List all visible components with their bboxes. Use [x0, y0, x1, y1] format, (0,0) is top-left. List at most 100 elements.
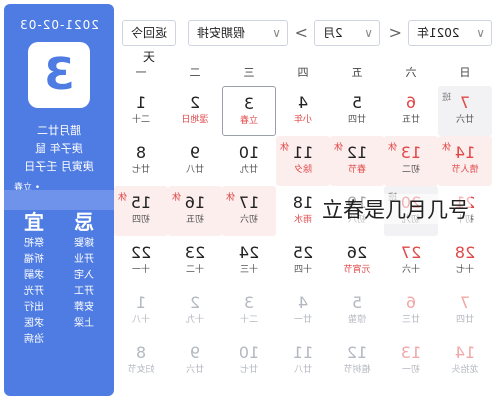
- day-cell[interactable]: 12 植树节: [330, 336, 384, 386]
- lunar-day-label: 十九: [186, 315, 205, 325]
- day-cell[interactable]: 10 廿九: [222, 136, 276, 186]
- day-cell[interactable]: 27 十六: [384, 236, 438, 286]
- next-month-button[interactable]: >: [295, 20, 308, 46]
- day-cell[interactable]: 14 情人节休: [438, 136, 492, 186]
- day-cell[interactable]: 4 小年: [276, 86, 330, 136]
- day-cell[interactable]: 15 初四休: [114, 186, 168, 236]
- day-cell[interactable]: 17 初六休: [222, 186, 276, 236]
- lunar-day-label: 惊蛰: [348, 315, 367, 325]
- yi-item: 求医: [24, 318, 44, 329]
- day-number: 28: [454, 243, 476, 262]
- day-number: 5: [351, 293, 363, 312]
- holiday-badge: 休: [226, 193, 236, 203]
- day-cell[interactable]: 11 廿八: [276, 336, 330, 386]
- lunar-day-label: 廿七: [132, 165, 151, 175]
- lunar-day-label: 廿五: [402, 115, 421, 125]
- yi-item: 祭祀: [24, 238, 44, 249]
- prev-month-button[interactable]: <: [389, 20, 402, 46]
- lunar-day-label: 廿三: [402, 315, 421, 325]
- weekday-label: 五: [351, 66, 363, 79]
- day-number: 10: [238, 143, 260, 162]
- day-cell[interactable]: 13 初二休: [384, 136, 438, 186]
- back-to-today-button[interactable]: 返回今天: [122, 20, 176, 64]
- lunar-day-label: 廿四: [456, 315, 475, 325]
- day-cell[interactable]: 14 龙抬头: [438, 336, 492, 386]
- day-cell[interactable]: 3 立春: [222, 86, 276, 136]
- year-value: 2021年: [417, 26, 460, 40]
- lunar-day-label: 植树节: [343, 365, 371, 375]
- holiday-badge: 休: [334, 143, 344, 153]
- calendar-toolbar: ∨ 2021年 < ∨ 2月 > ∨ 假期安排 返回今天: [114, 0, 498, 64]
- day-cell[interactable]: 4 廿一: [276, 286, 330, 336]
- day-cell[interactable]: 6 廿五: [384, 86, 438, 136]
- day-number: 1: [135, 293, 147, 312]
- day-cell[interactable]: 13 初一: [384, 336, 438, 386]
- lunar-day-label: 十三: [240, 265, 259, 275]
- lunar-day-label: 十二: [186, 265, 205, 275]
- ji-item: 嫁娶: [74, 238, 94, 249]
- lunar-day-label: 二十: [240, 315, 259, 325]
- panel-date: 2021-02-03: [19, 18, 99, 32]
- day-cell[interactable]: 5 惊蛰: [330, 286, 384, 336]
- day-number: 7: [459, 293, 471, 312]
- lunar-day-label: 初一: [402, 365, 421, 375]
- day-cell[interactable]: 23 十二: [168, 236, 222, 286]
- day-cell[interactable]: 11 除夕休: [276, 136, 330, 186]
- lunar-line-2: 庚子年 鼠: [35, 142, 83, 155]
- day-number: 1: [135, 93, 147, 112]
- weekday-label: 二: [189, 66, 201, 79]
- day-number: 6: [405, 293, 417, 312]
- year-select[interactable]: ∨ 2021年: [408, 20, 492, 46]
- day-cell[interactable]: 7 廿六班: [438, 86, 492, 136]
- weekday-label: 日: [459, 66, 471, 79]
- lunar-line-1: 腊月廿二: [37, 124, 81, 137]
- lunar-day-label: 十一: [132, 265, 151, 275]
- day-cell[interactable]: 2 十九: [168, 286, 222, 336]
- lunar-day-label: 十四: [294, 265, 313, 275]
- day-cell[interactable]: 26 元宵节: [330, 236, 384, 286]
- day-cell[interactable]: 12 春节休: [330, 136, 384, 186]
- holiday-select[interactable]: ∨ 假期安排: [188, 20, 288, 46]
- month-value: 2月: [323, 26, 343, 40]
- lunar-day-label: 龙抬头: [451, 365, 479, 375]
- day-cell[interactable]: 9 廿六: [168, 336, 222, 386]
- day-cell[interactable]: 2 湿地日: [168, 86, 222, 136]
- day-number: 2: [189, 293, 201, 312]
- holiday-badge: 休: [280, 143, 290, 153]
- day-cell[interactable]: 7 廿四: [438, 286, 492, 336]
- day-number: 3: [243, 94, 255, 113]
- lunar-day-label: 初四: [132, 215, 151, 225]
- day-number: 2: [189, 93, 201, 112]
- day-cell[interactable]: 8 廿七: [114, 136, 168, 186]
- lunar-day-label: 十六: [402, 265, 421, 275]
- day-cell[interactable]: 25 十四: [276, 236, 330, 286]
- weekday-label: 六: [405, 66, 417, 79]
- chevron-down-icon: ∨: [476, 26, 485, 40]
- day-cell[interactable]: 24 十三: [222, 236, 276, 286]
- day-cell[interactable]: 3 二十: [222, 286, 276, 336]
- lunar-day-label: 春节: [348, 165, 367, 175]
- lunar-day-label: 廿九: [240, 165, 259, 175]
- lunar-day-label: 二十: [132, 115, 151, 125]
- day-number: 3: [243, 293, 255, 312]
- holiday-badge: 班: [442, 93, 452, 103]
- lunar-day-label: 廿四: [348, 115, 367, 125]
- day-cell[interactable]: 1 十八: [114, 286, 168, 336]
- chevron-down-icon: ∨: [364, 26, 373, 40]
- day-cell[interactable]: 8 妇女节: [114, 336, 168, 386]
- day-cell[interactable]: 10 廿七: [222, 336, 276, 386]
- big-day-number: 3: [28, 42, 90, 108]
- day-number: 14: [454, 343, 476, 362]
- month-select[interactable]: ∨ 2月: [314, 20, 380, 46]
- day-number: 4: [297, 93, 309, 112]
- day-cell[interactable]: 22 十一: [114, 236, 168, 286]
- day-cell[interactable]: 16 初五休: [168, 186, 222, 236]
- day-cell[interactable]: 6 廿三: [384, 286, 438, 336]
- day-cell[interactable]: 1 二十: [114, 86, 168, 136]
- day-cell[interactable]: 9 廿八: [168, 136, 222, 186]
- day-number: 22: [130, 243, 152, 262]
- day-cell[interactable]: 5 廿四: [330, 86, 384, 136]
- day-cell[interactable]: 28 十七: [438, 236, 492, 286]
- yiji-section: 忌 嫁娶 开业 入宅 开工 安葬 上梁 宜 祭祀 祈福 求嗣 开光 出行 求医 治病: [4, 208, 114, 388]
- day-number: 25: [292, 243, 314, 262]
